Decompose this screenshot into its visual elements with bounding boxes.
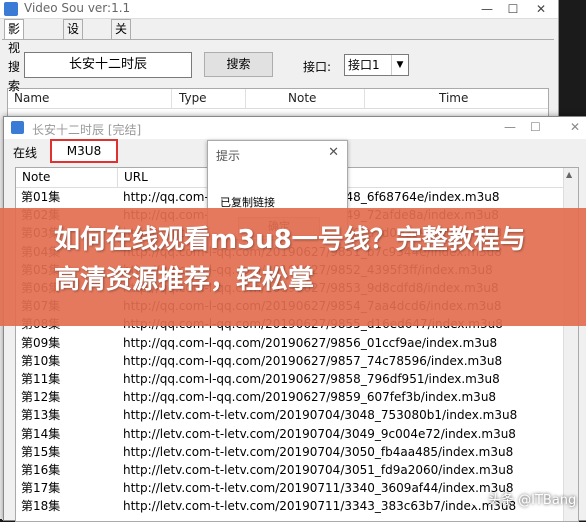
search-button[interactable]: 搜索 bbox=[204, 52, 273, 77]
overlay-banner: 如何在线观看m3u8一号线？完整教程与高清资源推荐，轻松掌 bbox=[0, 208, 586, 326]
interface-label: 接口: bbox=[303, 60, 332, 74]
episode-url: http://letv.com-t-letv.com/20190704/3048… bbox=[123, 408, 518, 423]
episode-note: 第14集 bbox=[21, 426, 61, 441]
minimize-icon[interactable]: — bbox=[504, 120, 516, 134]
episode-url: http://letv.com-t-letv.com/20190711/3343… bbox=[123, 499, 517, 514]
watermark-text: 头条 @ITBang bbox=[488, 493, 577, 508]
table-row[interactable]: 第15集 http://letv.com-t-letv.com/20190704/… bbox=[16, 443, 578, 461]
table-row[interactable]: 第13集 http://letv.com-t-letv.com/20190704/… bbox=[16, 406, 578, 424]
column-header-type[interactable]: Type bbox=[179, 91, 207, 105]
episode-note: 第10集 bbox=[21, 353, 61, 368]
tab-video-search[interactable]: 影视搜索 bbox=[4, 19, 25, 93]
table-row[interactable]: 第11集 http://qq.com-l-qq.com/20190627/9858… bbox=[16, 370, 578, 388]
column-header-url[interactable]: URL bbox=[124, 170, 148, 184]
table-row[interactable]: 第10集 http://qq.com-l-qq.com/20190627/9857… bbox=[16, 352, 578, 370]
minimize-icon[interactable]: — bbox=[474, 0, 500, 18]
episode-url: http://qq.com-l-qq.com/20190627/9859_607… bbox=[123, 390, 497, 405]
tab-settings[interactable]: 设置 bbox=[63, 19, 84, 55]
tab-m3u8[interactable]: M3U8 bbox=[50, 139, 118, 163]
episode-url: http://letv.com-t-letv.com/20190704/3050… bbox=[123, 444, 514, 459]
episode-url: http://letv.com-t-letv.com/20190704/3051… bbox=[123, 463, 514, 477]
interface-select[interactable]: 接口1 ▼ bbox=[344, 54, 409, 76]
episode-url: http://qq.com-l-qq.com/20190627/9857_74c… bbox=[123, 353, 503, 368]
app-icon bbox=[11, 121, 24, 134]
table-row[interactable]: 第14集 http://letv.com-t-letv.com/20190704/… bbox=[16, 425, 578, 443]
interface-select-value: 接口1 bbox=[348, 58, 380, 72]
close-icon[interactable]: ✕ bbox=[570, 120, 580, 134]
episode-url: http://letv.com-t-letv.com/20190704/3049… bbox=[123, 426, 516, 441]
close-icon[interactable]: ✕ bbox=[328, 145, 339, 160]
episode-note: 第12集 bbox=[21, 390, 61, 405]
episode-window-title: 长安十二时辰 [完结] bbox=[32, 123, 142, 137]
results-table-header: Name Type Note Time bbox=[8, 89, 548, 109]
episode-note: 第11集 bbox=[21, 372, 61, 386]
banner-headline: 如何在线观看m3u8一号线？完整教程与高清资源推荐，轻松掌 bbox=[54, 225, 526, 295]
maximize-icon[interactable]: ☐ bbox=[500, 0, 526, 18]
episode-url: http://qq.com-l-qq.com/20190627/9858_796… bbox=[123, 372, 500, 386]
episode-note: 第16集 bbox=[21, 463, 61, 477]
table-row[interactable]: 第09集 http://qq.com-l-qq.com/20190627/9856… bbox=[16, 334, 578, 352]
search-input[interactable]: 长安十二时辰 bbox=[24, 52, 192, 78]
column-header-note[interactable]: Note bbox=[22, 170, 50, 184]
chevron-down-icon[interactable]: ▼ bbox=[391, 55, 408, 75]
episode-url: http://letv.com-t-letv.com/20190711/3340… bbox=[123, 481, 514, 496]
episode-note: 第18集 bbox=[21, 499, 61, 514]
episode-note: 第01集 bbox=[21, 190, 61, 204]
column-header-note[interactable]: Note bbox=[288, 91, 316, 105]
table-row[interactable]: 第12集 http://qq.com-l-qq.com/20190627/9859… bbox=[16, 388, 578, 406]
dialog-title: 提示 bbox=[216, 149, 241, 163]
episode-note: 第15集 bbox=[21, 444, 61, 459]
table-row[interactable]: 第16集 http://letv.com-t-letv.com/20190704/… bbox=[16, 461, 578, 479]
episode-note: 第17集 bbox=[21, 481, 61, 496]
episode-note: 第13集 bbox=[21, 408, 61, 423]
watermark: 头条 @ITBang bbox=[470, 489, 576, 508]
column-header-time[interactable]: Time bbox=[439, 91, 468, 105]
episode-titlebar: 长安十二时辰 [完结] — ☐ ✕ bbox=[4, 117, 586, 139]
app-icon bbox=[4, 2, 18, 16]
maximize-icon[interactable]: ☐ bbox=[530, 120, 541, 134]
tab-about[interactable]: 关于 bbox=[111, 19, 132, 55]
scroll-up-icon[interactable]: ▲ bbox=[566, 170, 572, 179]
episode-url: http://qq.com-l-qq.com/20190627/9856_01c… bbox=[123, 335, 498, 350]
episode-note: 第09集 bbox=[21, 335, 61, 350]
watermark-logo-icon bbox=[470, 492, 484, 506]
close-icon[interactable]: ✕ bbox=[528, 0, 554, 18]
main-titlebar: Video Sou ver:1.1 — ☐ ✕ bbox=[0, 0, 558, 19]
main-window-title: Video Sou ver:1.1 bbox=[24, 1, 131, 15]
tab-online[interactable]: 在线 bbox=[13, 144, 37, 162]
